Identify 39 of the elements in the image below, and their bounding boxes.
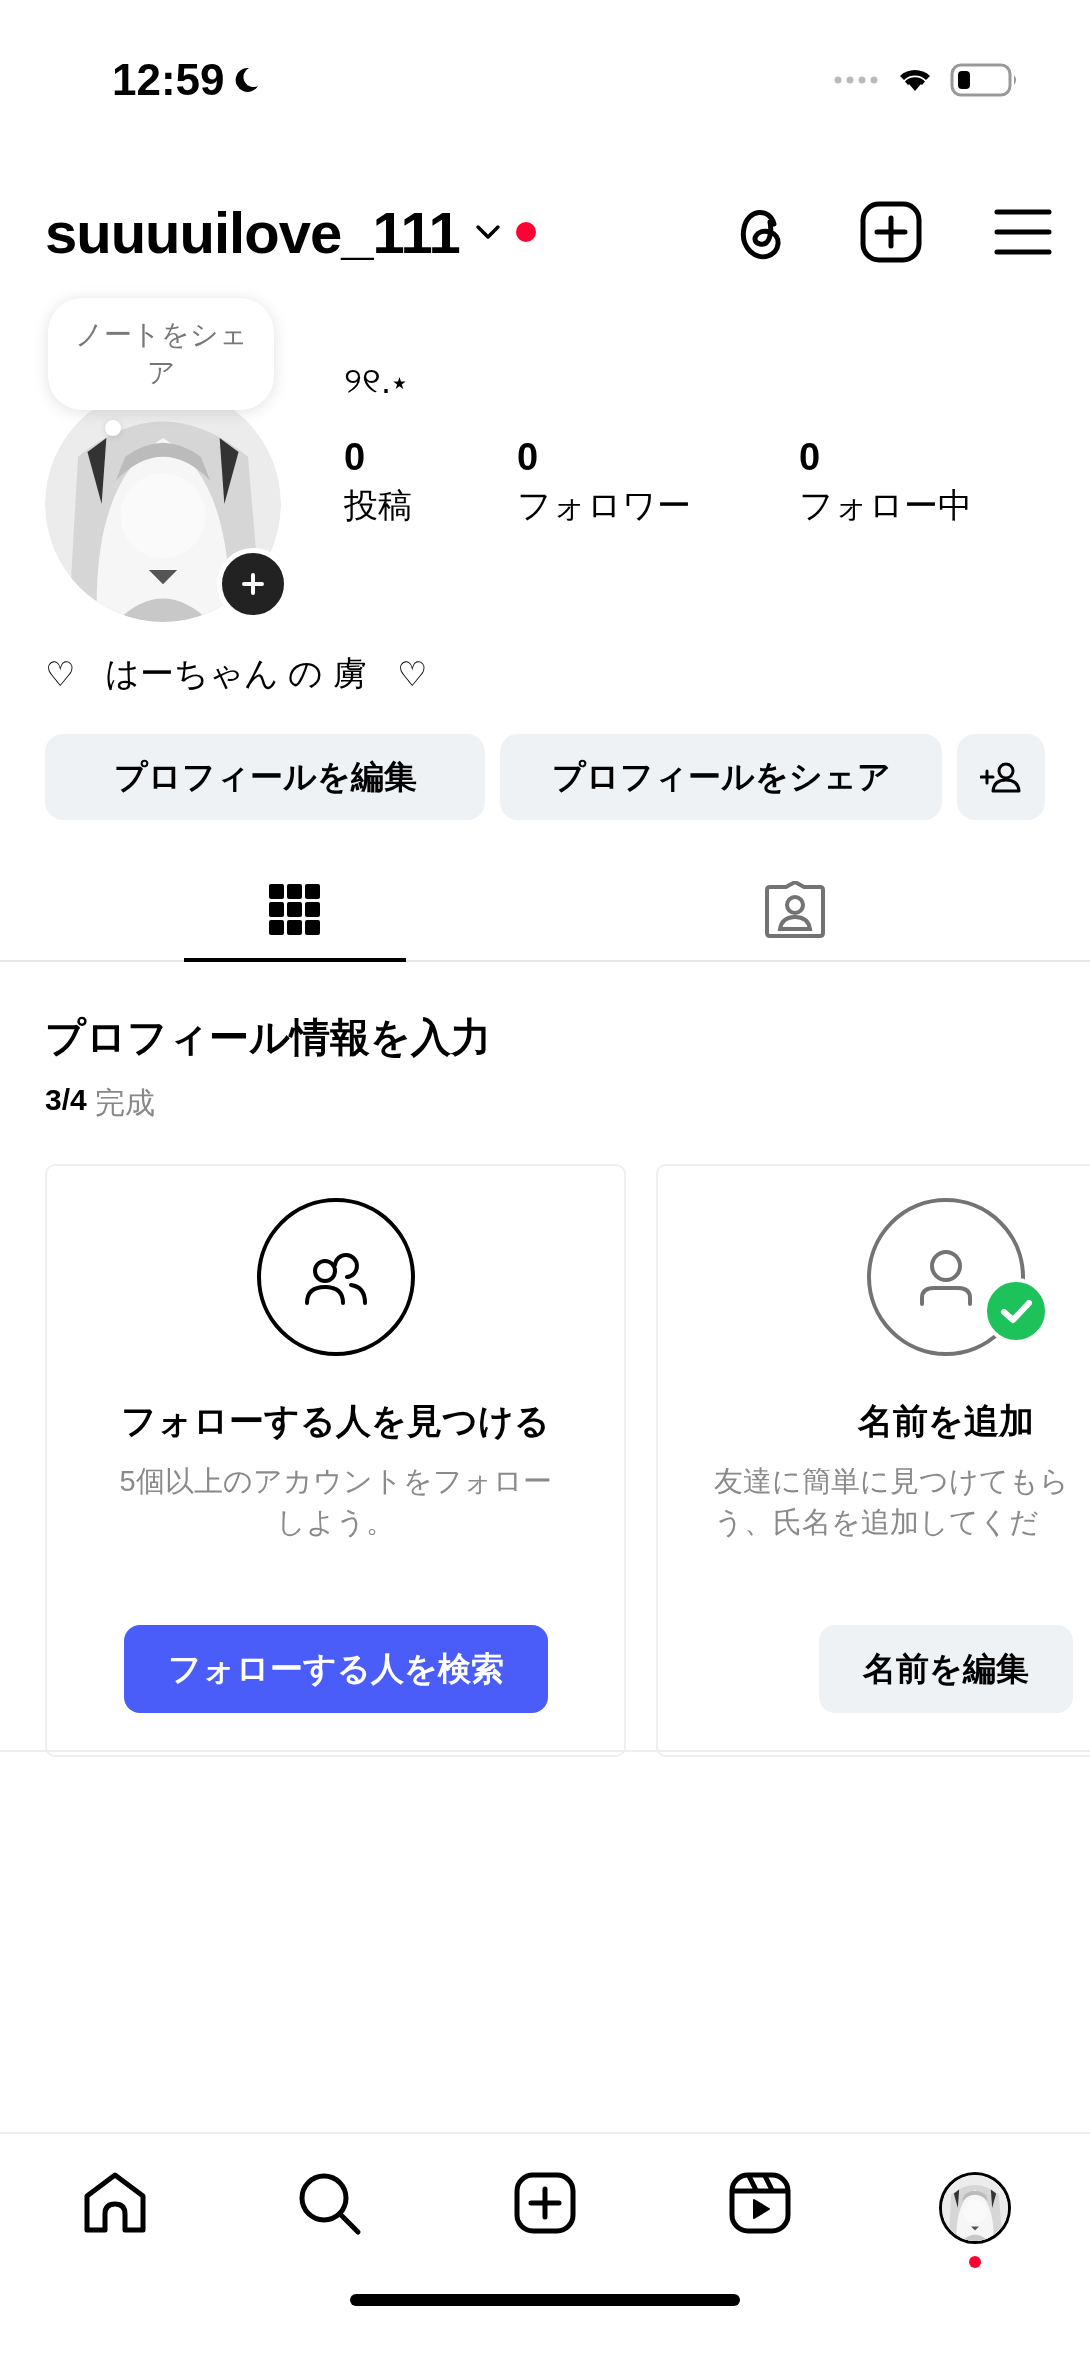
status-time: 12:59	[112, 55, 225, 105]
menu-icon[interactable]	[994, 208, 1052, 256]
card-description: 5個以上のアカウントをフォロー しよう。	[119, 1464, 552, 1540]
progress-count: 3/4	[45, 1083, 87, 1118]
card-title: 名前を追加	[858, 1400, 1034, 1442]
bio-text: はーちゃん の 虜	[105, 653, 367, 694]
stat-label[interactable]: フォロー中	[799, 483, 972, 529]
person-tag-icon[interactable]	[764, 881, 826, 939]
progress-label: 完成	[94, 1085, 155, 1121]
stat-label[interactable]: フォロワー	[517, 483, 799, 529]
reels-icon[interactable]	[729, 2172, 791, 2234]
find-people-button[interactable]: フォローする人を検索	[123, 1625, 548, 1713]
bio-text: ♡	[396, 654, 427, 694]
add-icon[interactable]	[514, 2172, 576, 2234]
add-icon[interactable]	[860, 201, 922, 263]
stat-count[interactable]: 0	[517, 436, 799, 479]
wifi-icon	[898, 67, 932, 93]
signal-icon	[834, 76, 880, 84]
stat-count[interactable]: 0	[344, 436, 517, 479]
search-icon[interactable]	[298, 2172, 362, 2236]
note-bubble[interactable]: ノートをシェア	[48, 298, 274, 410]
grid-icon[interactable]	[269, 884, 321, 936]
username[interactable]: suuuuilove_111	[45, 198, 460, 266]
profile-action-button[interactable]: プロフィールをシェア	[500, 734, 942, 820]
card-title: フォローする人を見つける	[121, 1400, 550, 1442]
display-name: ୨୧.⋆	[344, 360, 409, 403]
profile-tab[interactable]	[939, 2172, 1011, 2244]
edit-name-button[interactable]: 名前を編集	[819, 1625, 1073, 1713]
plus-icon[interactable]	[241, 572, 265, 596]
profile-action-button[interactable]: プロフィールを編集	[45, 734, 485, 820]
card-description: 友達に簡単に見つけてもら う、氏名を追加してくだ	[714, 1464, 1069, 1540]
add-person-button[interactable]	[957, 734, 1045, 820]
stat-count[interactable]: 0	[799, 436, 972, 479]
add-person-icon[interactable]	[980, 760, 1022, 794]
home-icon[interactable]	[83, 2172, 147, 2234]
section-title: プロフィール情報を入力	[45, 1014, 492, 1061]
bio-text: ♡	[45, 654, 75, 694]
chevron-down-icon[interactable]	[473, 223, 502, 241]
stat-label[interactable]: 投稿	[344, 483, 517, 529]
